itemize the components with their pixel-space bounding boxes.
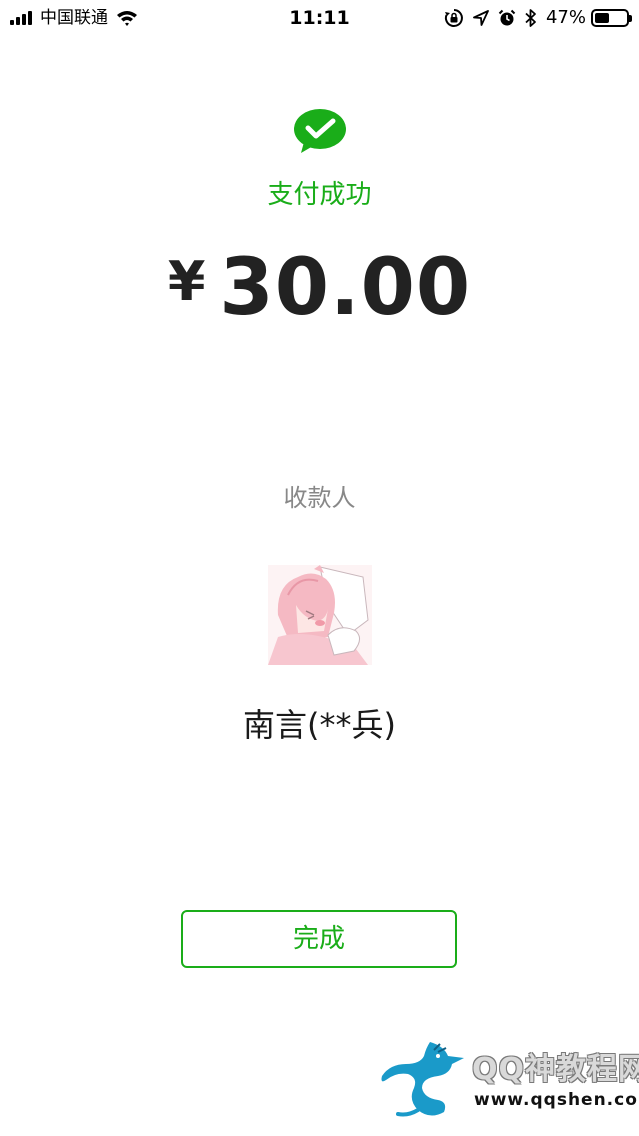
watermark-url: www.qqshen.com <box>474 1090 639 1110</box>
currency-symbol: ¥ <box>167 250 206 313</box>
done-button[interactable]: 完成 <box>181 910 457 968</box>
payee-label: 收款人 <box>283 484 356 512</box>
battery-icon <box>591 9 632 27</box>
payment-status: 支付成功 <box>267 180 372 210</box>
location-icon <box>473 10 489 26</box>
watermark-title: QQ神教程网 <box>472 1052 639 1087</box>
wechat-pay-check-icon <box>293 108 347 156</box>
status-bar: 中国联通 11:11 47% <box>0 0 639 36</box>
amount-value: 30.00 <box>219 243 472 333</box>
bluetooth-icon <box>525 8 537 28</box>
alarm-icon <box>498 9 516 27</box>
payment-amount: ¥30.00 <box>0 240 639 357</box>
battery-level <box>595 13 609 23</box>
payee-avatar <box>268 565 372 665</box>
status-bar-right: 47% <box>435 6 632 30</box>
rotation-lock-icon <box>444 8 464 28</box>
battery-percent: 47% <box>545 7 586 28</box>
watermark: QQ神教程网 www.qqshen.com <box>378 1040 639 1120</box>
payee-name: 南言(**兵) <box>243 706 396 744</box>
dragon-logo <box>378 1040 470 1118</box>
